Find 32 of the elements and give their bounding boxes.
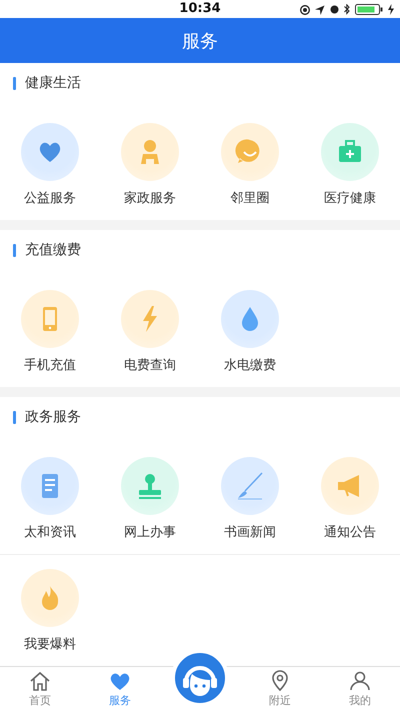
service-label: 医疗健康 <box>324 190 376 208</box>
alarm-icon <box>330 5 339 14</box>
service-label: 通知公告 <box>324 524 376 542</box>
service-label: 书画新闻 <box>224 524 276 542</box>
service-label: 电费查询 <box>124 357 176 374</box>
service-label: 太和资讯 <box>24 524 76 542</box>
tab-item[interactable]: 附近 <box>240 667 320 710</box>
rotation-lock-icon <box>300 4 310 14</box>
charging-icon <box>388 4 394 15</box>
service-label: 网上办事 <box>124 524 176 542</box>
home-icon <box>28 670 52 692</box>
section-title: 政务服务 <box>25 408 81 426</box>
section-marker <box>13 76 16 90</box>
service-label: 家政服务 <box>124 190 176 208</box>
service-label: 水电缴费 <box>224 357 276 374</box>
battery-icon <box>355 4 383 15</box>
section-title: 充值缴费 <box>25 241 81 260</box>
tab-item[interactable]: 首页 <box>0 667 80 710</box>
section-title: 健康生活 <box>25 74 81 92</box>
person-icon <box>348 670 372 692</box>
tab-item[interactable]: 我的 <box>320 667 400 710</box>
bluetooth-icon <box>344 4 350 15</box>
tab-item[interactable]: 服务 <box>80 667 160 710</box>
service-label: 手机充值 <box>24 357 76 374</box>
status-time: 10:34 <box>179 1 221 16</box>
service-label: 我要爆料 <box>24 636 76 654</box>
section-marker <box>13 244 16 257</box>
location-arrow-icon <box>315 4 325 14</box>
page-title: 服务 <box>182 30 218 53</box>
section-marker <box>13 410 16 424</box>
service-label: 邻里圈 <box>230 190 270 208</box>
service-label: 公益服务 <box>24 190 76 208</box>
